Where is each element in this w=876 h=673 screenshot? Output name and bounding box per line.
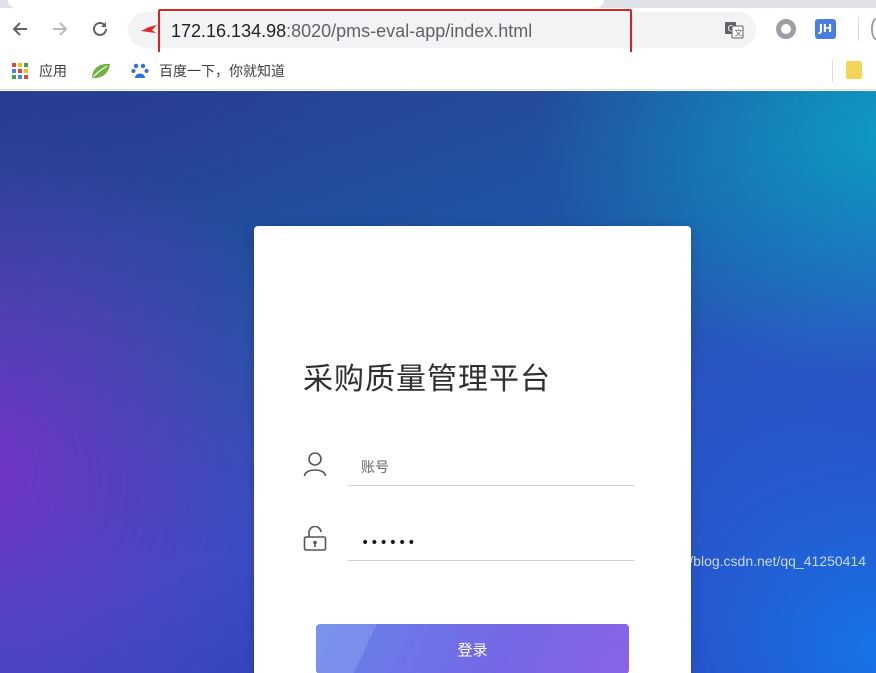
login-card: 采购质量管理平台 登录 <box>254 226 691 673</box>
bookmark-folder-icon[interactable] <box>846 61 862 79</box>
back-button[interactable] <box>5 14 35 44</box>
spring-leaf-icon <box>92 63 110 79</box>
password-input[interactable] <box>348 525 634 561</box>
account-input[interactable] <box>348 450 634 486</box>
bookmark-spring[interactable] <box>90 60 112 82</box>
bookmark-baidu[interactable]: 百度一下，你就知道 <box>131 60 285 82</box>
tab-strip <box>0 0 876 8</box>
back-arrow-icon <box>12 22 27 36</box>
translate-icon[interactable]: G文 <box>724 21 744 39</box>
bookmark-apps-label: 应用 <box>39 64 67 80</box>
login-page-background: 采购质量管理平台 登录 <box>0 91 876 673</box>
unlock-icon <box>303 526 327 551</box>
bookmark-apps[interactable]: 应用 <box>12 60 67 82</box>
user-icon <box>303 452 327 477</box>
svg-text:文: 文 <box>735 28 743 38</box>
bookmarks-bar: 应用 百度一下，你就知道 <box>0 52 876 90</box>
toolbar-divider <box>858 17 859 41</box>
extension-jh-icon[interactable]: JH <box>815 19 836 39</box>
page-title: 采购质量管理平台 <box>303 362 551 397</box>
apps-grid-icon <box>12 63 28 79</box>
forward-arrow-icon <box>53 22 68 36</box>
baidu-paw-icon <box>131 63 149 78</box>
reload-button[interactable] <box>85 14 115 44</box>
bookmarks-divider <box>832 60 833 82</box>
extension-record-icon[interactable] <box>776 19 796 39</box>
site-bird-icon <box>141 25 157 33</box>
login-button[interactable]: 登录 <box>316 624 629 673</box>
forward-button[interactable] <box>45 14 75 44</box>
reload-icon <box>93 21 107 36</box>
profile-icon[interactable] <box>871 18 876 40</box>
active-tab[interactable] <box>8 0 604 8</box>
csdn-watermark: https://blog.csdn.net/qq_41250414 <box>651 553 866 569</box>
bookmark-baidu-label: 百度一下，你就知道 <box>159 64 285 80</box>
